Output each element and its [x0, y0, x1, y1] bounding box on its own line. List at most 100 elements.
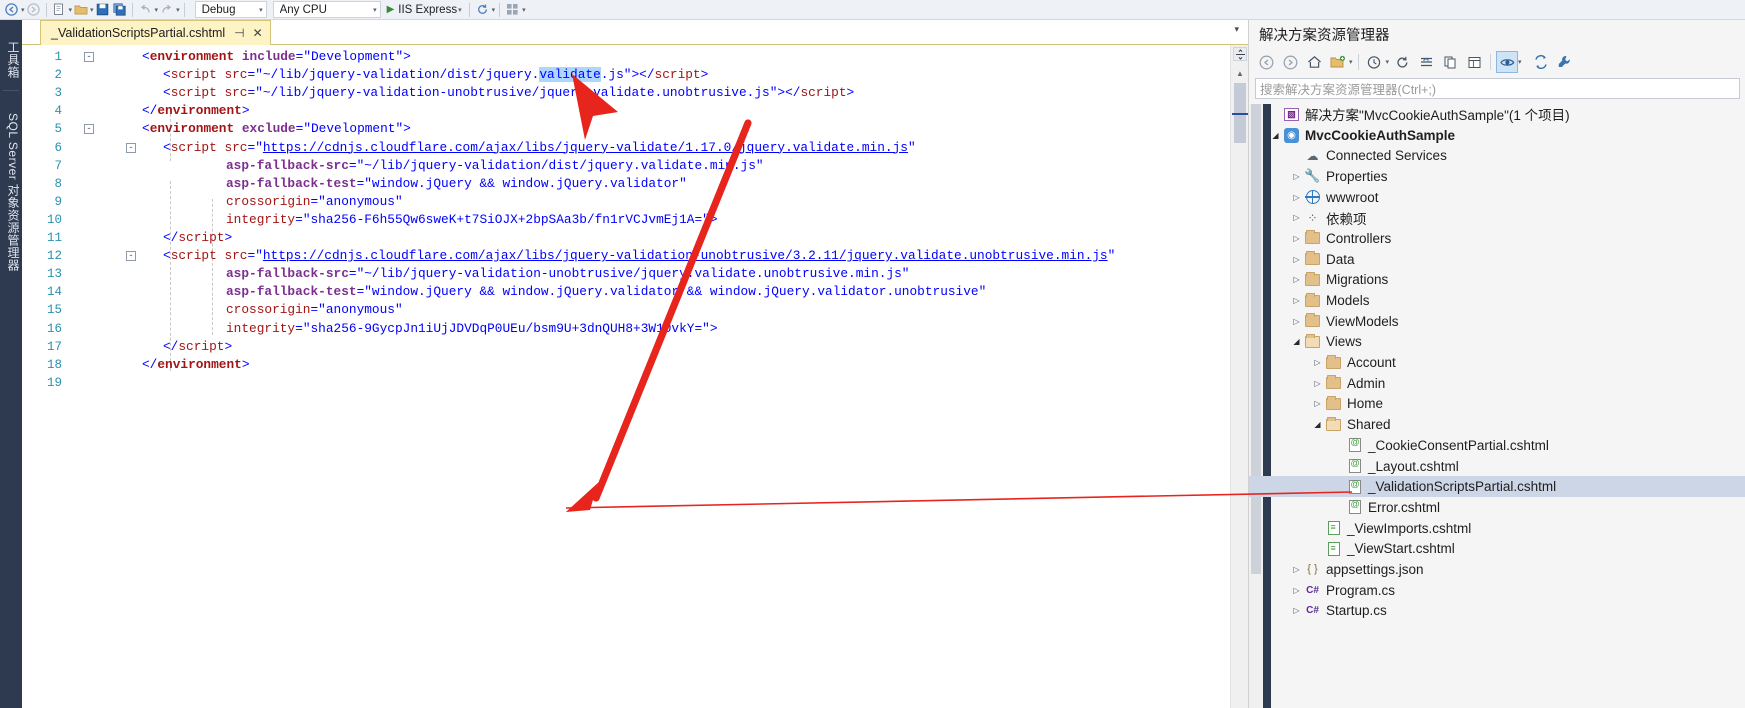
tree-item[interactable]: ▷ Controllers: [1249, 228, 1745, 249]
tree-item[interactable]: ▷ wwwroot: [1249, 187, 1745, 208]
properties-window-icon[interactable]: [1554, 51, 1576, 73]
new-item-icon[interactable]: [51, 1, 68, 18]
tree-item[interactable]: ▷ ViewModels: [1249, 311, 1745, 332]
sidebar-item-sql-server-object-explorer[interactable]: SQL Server 对象资源管理器: [0, 94, 22, 284]
run-button[interactable]: ▶ IIS Express ▾: [384, 1, 465, 19]
back-arrow-icon[interactable]: [3, 1, 20, 18]
code-line[interactable]: asp-fallback-src="~/lib/jquery-validatio…: [226, 157, 764, 175]
tree-item[interactable]: ◢ Views: [1249, 332, 1745, 353]
tree-item[interactable]: ▷ ⁘ 依赖项: [1249, 207, 1745, 228]
tree-item[interactable]: _CookieConsentPartial.cshtml: [1249, 435, 1745, 456]
grid-dropdown-caret[interactable]: ▾: [522, 6, 526, 14]
tree-item[interactable]: _ValidationScriptsPartial.cshtml: [1249, 476, 1745, 498]
tree-item[interactable]: ▷ Models: [1249, 290, 1745, 311]
tree-collapsed-chevron-icon[interactable]: ▷: [1290, 586, 1303, 595]
tree-collapsed-chevron-icon[interactable]: ▷: [1311, 358, 1324, 367]
solution-tree[interactable]: ▧ 解决方案"MvcCookieAuthSample"(1 个项目) ◢ ◉ MvcCo…: [1249, 104, 1745, 708]
pending-changes-icon[interactable]: [1364, 51, 1386, 73]
close-icon[interactable]: ✕: [253, 26, 263, 40]
tree-item[interactable]: ☁ Connected Services: [1249, 145, 1745, 166]
tree-expanded-icon[interactable]: ◢: [1311, 420, 1324, 429]
open-file-icon[interactable]: [72, 1, 89, 18]
code-line[interactable]: </environment>: [142, 356, 250, 374]
tree-collapsed-chevron-icon[interactable]: ▷: [1290, 213, 1303, 222]
save-all-icon[interactable]: [111, 1, 128, 18]
tree-collapsed-chevron-icon[interactable]: ▷: [1290, 255, 1303, 264]
code-line[interactable]: <script src="https://cdnjs.cloudflare.co…: [163, 247, 1115, 265]
save-icon[interactable]: [94, 1, 111, 18]
grid-icon[interactable]: [504, 1, 521, 18]
document-tab-validationscriptspartial[interactable]: _ValidationScriptsPartial.cshtml ⊣ ✕: [40, 20, 271, 45]
tree-expanded-icon[interactable]: ◢: [1290, 337, 1303, 346]
fold-toggle[interactable]: -: [126, 251, 136, 262]
code-line[interactable]: <script src="https://cdnjs.cloudflare.co…: [163, 139, 916, 157]
tree-collapsed-chevron-icon[interactable]: ▷: [1290, 275, 1303, 284]
show-all-files-icon[interactable]: [1439, 51, 1461, 73]
tree-item[interactable]: ▷ { } appsettings.json: [1249, 559, 1745, 580]
tree-item[interactable]: ◢ ◉ MvcCookieAuthSample: [1249, 125, 1745, 146]
tree-item[interactable]: ▷ C# Startup.cs: [1249, 601, 1745, 622]
tree-item[interactable]: ▷ C# Program.cs: [1249, 580, 1745, 601]
split-view-icon[interactable]: [1233, 47, 1247, 61]
chevron-down-icon[interactable]: ▾: [1349, 58, 1353, 66]
tree-collapsed-chevron-icon[interactable]: ▷: [1290, 296, 1303, 305]
preview-selected-items-icon[interactable]: [1496, 51, 1519, 73]
code-line[interactable]: <script src="~/lib/jquery-validation-uno…: [163, 84, 854, 102]
fold-toggle[interactable]: -: [84, 52, 94, 62]
refresh-dropdown-caret[interactable]: ▾: [492, 6, 496, 14]
code-line[interactable]: integrity="sha256-9GycpJn1iUjJDVDqP0UEu/…: [226, 320, 718, 338]
tree-item[interactable]: _ViewImports.cshtml: [1249, 518, 1745, 539]
code-line[interactable]: crossorigin="anonymous": [226, 301, 403, 319]
pin-icon[interactable]: ⊣: [234, 26, 244, 40]
tree-item[interactable]: _ViewStart.cshtml: [1249, 538, 1745, 559]
forward-arrow-icon[interactable]: [25, 1, 42, 18]
redo-icon[interactable]: [158, 1, 175, 18]
tree-collapsed-chevron-icon[interactable]: ▷: [1290, 606, 1303, 615]
code-line[interactable]: integrity="sha256-F6h55Qw6sweK+t7SiOJX+2…: [226, 211, 718, 229]
redo-dropdown-caret[interactable]: ▾: [176, 6, 180, 14]
code-editor-surface[interactable]: 1- <environment include="Development"> 2 <s…: [22, 45, 1230, 708]
code-line[interactable]: crossorigin="anonymous": [226, 193, 403, 211]
tree-collapsed-chevron-icon[interactable]: ▷: [1290, 172, 1303, 181]
properties-icon[interactable]: [1463, 51, 1485, 73]
tree-item[interactable]: Error.cshtml: [1249, 497, 1745, 518]
scroll-up-arrow-icon[interactable]: ▲: [1234, 67, 1246, 79]
code-line[interactable]: <environment exclude="Development">: [142, 120, 411, 138]
collapse-all-icon[interactable]: [1415, 51, 1437, 73]
code-line[interactable]: asp-fallback-test="window.jQuery && wind…: [226, 283, 986, 301]
tree-collapsed-chevron-icon[interactable]: ▷: [1290, 234, 1303, 243]
forward-arrow-icon[interactable]: [1279, 51, 1301, 73]
configuration-dropdown[interactable]: Debug ▾: [194, 1, 267, 18]
fold-toggle[interactable]: -: [84, 124, 94, 135]
tree-item[interactable]: _Layout.cshtml: [1249, 456, 1745, 477]
code-line[interactable]: <environment include="Development">: [142, 48, 411, 66]
tree-item[interactable]: ▷ Data: [1249, 249, 1745, 270]
chevron-down-icon[interactable]: ▾: [1518, 58, 1522, 66]
search-input[interactable]: 搜索解决方案资源管理器(Ctrl+;): [1255, 78, 1740, 99]
editor-vertical-scrollbar[interactable]: ▲: [1230, 45, 1248, 708]
tree-item[interactable]: ▷ Admin: [1249, 373, 1745, 394]
code-line[interactable]: <script src="~/lib/jquery-validation/dis…: [163, 66, 708, 84]
tree-item[interactable]: ▷ Account: [1249, 352, 1745, 373]
tree-collapsed-chevron-icon[interactable]: ▷: [1290, 317, 1303, 326]
undo-icon[interactable]: [137, 1, 154, 18]
code-line[interactable]: </script>: [163, 229, 232, 247]
refresh-icon[interactable]: [474, 1, 491, 18]
tree-item[interactable]: ▷ Home: [1249, 394, 1745, 415]
tree-collapsed-chevron-icon[interactable]: ▷: [1290, 565, 1303, 574]
tabstrip-overflow-chevron-down-icon[interactable]: ▾: [1234, 24, 1239, 35]
code-line[interactable]: asp-fallback-src="~/lib/jquery-validatio…: [226, 265, 909, 283]
platform-dropdown[interactable]: Any CPU ▾: [272, 1, 381, 18]
tree-collapsed-chevron-icon[interactable]: ▷: [1311, 399, 1324, 408]
code-line[interactable]: </script>: [163, 338, 232, 356]
fold-toggle[interactable]: -: [126, 142, 136, 153]
chevron-down-icon[interactable]: ▾: [1386, 58, 1390, 66]
sidebar-item-toolbox[interactable]: 工具箱: [0, 24, 22, 90]
code-line[interactable]: </environment>: [142, 102, 250, 120]
back-arrow-icon[interactable]: [1255, 51, 1277, 73]
tree-item[interactable]: ▷ 🔧 Properties: [1249, 166, 1745, 187]
refresh-icon[interactable]: [1391, 51, 1413, 73]
tree-expanded-icon[interactable]: ◢: [1269, 131, 1282, 140]
tree-item[interactable]: ◢ Shared: [1249, 414, 1745, 435]
tree-collapsed-chevron-icon[interactable]: ▷: [1311, 379, 1324, 388]
